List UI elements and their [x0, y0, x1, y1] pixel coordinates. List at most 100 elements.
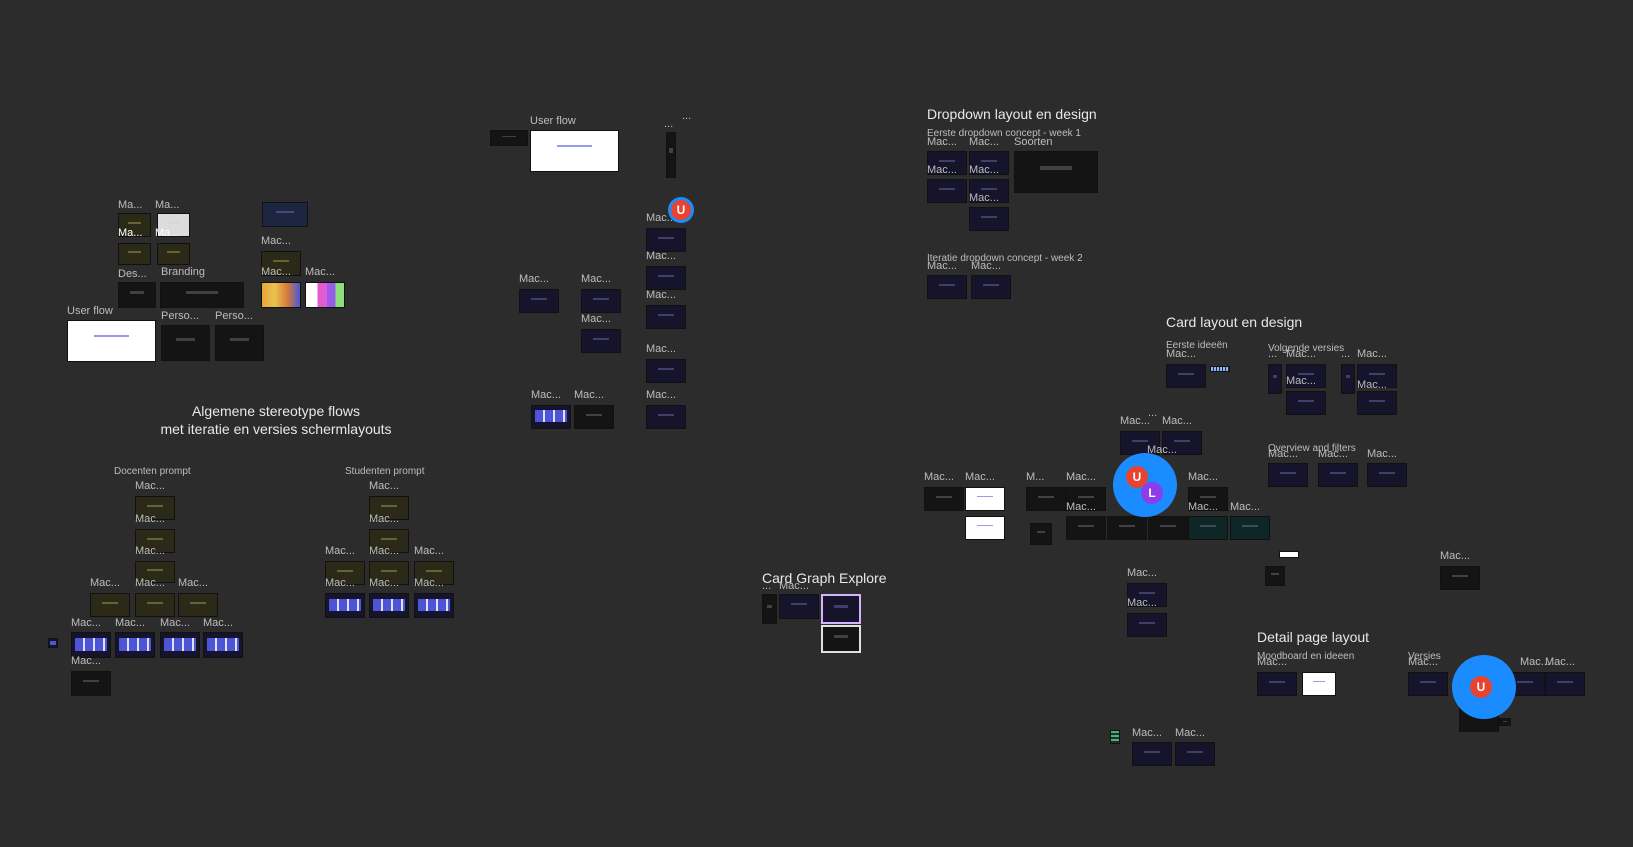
frame-thumbnail[interactable]: [1110, 730, 1120, 744]
frame-thumbnail[interactable]: [1210, 366, 1230, 372]
frame-thumbnail[interactable]: [581, 289, 621, 313]
frame-label: Mac...: [1175, 727, 1205, 739]
frame-label: Ma...: [118, 199, 143, 211]
persona-frame[interactable]: [161, 325, 210, 361]
frame-thumbnail[interactable]: [305, 282, 345, 308]
frame-thumbnail[interactable]: [574, 405, 614, 429]
frame-thumbnail[interactable]: [1265, 566, 1285, 586]
frame-thumbnail[interactable]: [821, 625, 861, 653]
frame-label: Perso...: [161, 310, 199, 322]
frame-thumbnail[interactable]: [581, 329, 621, 353]
frame-thumbnail[interactable]: [414, 593, 454, 618]
frame-thumbnail[interactable]: [971, 275, 1011, 299]
frame-label: Mac...: [414, 545, 444, 557]
frame-thumbnail[interactable]: [118, 243, 151, 265]
soorten-frame[interactable]: [1014, 151, 1098, 193]
frame-thumbnail[interactable]: [203, 632, 243, 658]
frame-label: ...: [664, 118, 674, 130]
frame-thumbnail[interactable]: [646, 228, 686, 252]
frame-thumbnail[interactable]: [90, 593, 130, 617]
user-flow-frame[interactable]: [67, 320, 156, 362]
frame-thumbnail[interactable]: [1268, 463, 1308, 487]
frame-label: Mac...: [115, 617, 145, 629]
frame-thumbnail[interactable]: [1357, 391, 1397, 415]
frame-thumbnail[interactable]: [965, 487, 1005, 511]
frame-label: Mac...: [646, 250, 676, 262]
frame-thumbnail[interactable]: [1341, 364, 1355, 394]
frame-thumbnail[interactable]: [965, 516, 1005, 540]
frame-thumbnail[interactable]: [1408, 672, 1448, 696]
frame-thumbnail[interactable]: [178, 593, 218, 617]
frame-label: Mac...: [1132, 727, 1162, 739]
frame-thumbnail[interactable]: [157, 243, 190, 265]
frame-thumbnail[interactable]: [779, 594, 819, 619]
frame-label: Mac...: [1545, 656, 1575, 668]
frame-label: Mac...: [927, 136, 957, 148]
frame-thumbnail[interactable]: [118, 282, 156, 308]
frame-thumbnail[interactable]: [1107, 516, 1147, 540]
frame-thumbnail[interactable]: [1066, 516, 1106, 540]
frame-thumbnail[interactable]: [261, 282, 301, 308]
frame-thumbnail[interactable]: [1499, 718, 1511, 726]
frame-label: Mac...: [71, 655, 101, 667]
frame-thumbnail[interactable]: [1257, 672, 1297, 696]
frame-thumbnail[interactable]: [325, 593, 365, 618]
frame-thumbnail[interactable]: [48, 638, 58, 648]
frame-thumbnail[interactable]: [1230, 516, 1270, 540]
frame-label: M...: [1026, 471, 1045, 483]
frame-thumbnail[interactable]: [1302, 672, 1336, 696]
frame-thumbnail[interactable]: [1318, 463, 1358, 487]
frame-thumbnail[interactable]: [1188, 516, 1228, 540]
frame-label: Perso...: [215, 310, 253, 322]
collaborator-cursor[interactable]: U: [668, 197, 694, 223]
frame-label: ...: [1268, 348, 1278, 360]
frame-thumbnail[interactable]: [369, 593, 409, 618]
frame-thumbnail[interactable]: [666, 132, 676, 178]
branding-frame[interactable]: [160, 282, 244, 308]
frame-label: Mac...: [581, 313, 611, 325]
frame-thumbnail[interactable]: [262, 202, 308, 227]
frame-thumbnail[interactable]: [1127, 613, 1167, 637]
frame-label: User flow: [67, 305, 113, 317]
frame-label: Ma...: [155, 199, 180, 211]
frame-thumbnail[interactable]: [646, 405, 686, 429]
frame-thumbnail[interactable]: [1268, 364, 1282, 394]
frame-thumbnail[interactable]: [1545, 672, 1585, 696]
frame-thumbnail[interactable]: [924, 487, 964, 511]
frame-thumbnail[interactable]: [927, 179, 967, 203]
frame-thumbnail[interactable]: [1030, 523, 1052, 545]
frame-thumbnail[interactable]: [1286, 391, 1326, 415]
frame-thumbnail[interactable]: [115, 632, 155, 658]
frame-thumbnail[interactable]: [646, 305, 686, 329]
frame-label: Mac...: [927, 164, 957, 176]
frame-thumbnail[interactable]: [1367, 463, 1407, 487]
frame-label: Mac...: [646, 343, 676, 355]
frame-label: Mac...: [1188, 501, 1218, 513]
frame-thumbnail[interactable]: [1148, 516, 1188, 540]
frame-label: Mac...: [1066, 501, 1096, 513]
frame-label: Mac...: [325, 577, 355, 589]
frame-label: Mac...: [1066, 471, 1096, 483]
frame-thumbnail[interactable]: [1440, 566, 1480, 590]
frame-thumbnail[interactable]: [821, 594, 861, 624]
user-flow-frame[interactable]: [530, 130, 619, 172]
frame-thumbnail[interactable]: [1166, 364, 1206, 388]
frame-thumbnail[interactable]: [531, 405, 571, 429]
frame-thumbnail[interactable]: [1026, 487, 1066, 511]
frame-label: Mac...: [531, 389, 561, 401]
persona-frame[interactable]: [215, 325, 264, 361]
frame-thumbnail[interactable]: [519, 289, 559, 313]
frame-thumbnail[interactable]: [646, 266, 686, 290]
frame-thumbnail[interactable]: [160, 632, 200, 658]
frame-thumbnail[interactable]: [646, 359, 686, 383]
frame-thumbnail[interactable]: [135, 593, 175, 617]
frame-thumbnail[interactable]: [490, 130, 528, 146]
frame-thumbnail[interactable]: [969, 207, 1009, 231]
frame-thumbnail[interactable]: [1175, 742, 1215, 766]
frame-thumbnail[interactable]: [927, 275, 967, 299]
frame-thumbnail[interactable]: [1132, 742, 1172, 766]
frame-thumbnail[interactable]: [1279, 551, 1299, 558]
frame-thumbnail[interactable]: [71, 671, 111, 696]
frame-thumbnail[interactable]: [762, 594, 777, 624]
frame-label: Mac...: [924, 471, 954, 483]
